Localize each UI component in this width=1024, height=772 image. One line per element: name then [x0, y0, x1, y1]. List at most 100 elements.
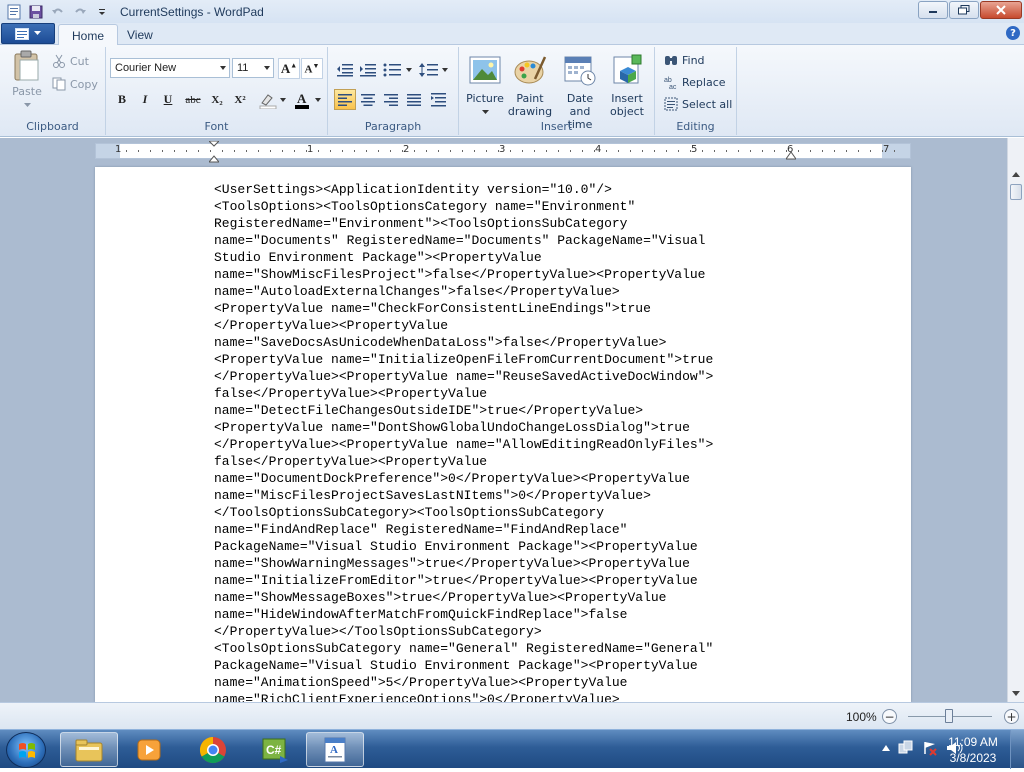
windows-logo-icon [19, 743, 35, 758]
taskbar-explorer[interactable] [60, 732, 118, 767]
show-hidden-icons-icon[interactable] [882, 745, 890, 751]
ruler-tick [462, 150, 463, 152]
zoom-slider-thumb[interactable] [945, 709, 953, 723]
align-left-button[interactable] [334, 89, 356, 110]
ruler-tick [294, 150, 295, 152]
zoom-out-button[interactable]: − [882, 709, 897, 724]
maximize-button[interactable] [949, 1, 979, 19]
scroll-up-icon[interactable] [1008, 166, 1024, 183]
ruler-tick [438, 150, 439, 152]
decrease-indent-button[interactable] [334, 59, 356, 80]
media-player-icon [137, 739, 161, 760]
cut-button[interactable]: Cut [52, 54, 89, 68]
system-clock[interactable]: 11:09 AM 3/8/2023 [940, 734, 1006, 766]
ribbon: Paste Cut Copy Clipboard Courier New 11 [0, 45, 1024, 137]
find-label: Find [682, 53, 705, 67]
paint-drawing-button[interactable]: Paint drawing [507, 49, 553, 118]
scrollbar-thumb[interactable] [1010, 184, 1022, 200]
justify-button[interactable] [403, 89, 425, 110]
tab-view[interactable]: View [114, 24, 166, 45]
shrink-font-button[interactable]: A▼ [301, 58, 323, 79]
taskbar-media-player[interactable] [120, 732, 178, 767]
increase-indent-button[interactable] [357, 59, 379, 80]
ruler-tick [654, 150, 655, 152]
grow-font-button[interactable]: A▲ [278, 58, 300, 79]
binoculars-icon [665, 56, 677, 65]
document-line: name="MiscFilesProjectSavesLastNItems">0… [214, 488, 651, 503]
ruler-tick [594, 150, 595, 152]
replace-button[interactable]: ab ac Replace [664, 75, 726, 90]
superscript-button[interactable]: X² [229, 89, 251, 110]
subscript-button[interactable]: X₂ [206, 89, 228, 110]
help-icon[interactable]: ? [1006, 26, 1020, 40]
title-bar: CurrentSettings - WordPad [0, 0, 1024, 23]
taskbar-wordpad[interactable]: A [306, 732, 364, 767]
taskbar-chrome[interactable] [184, 732, 242, 767]
right-indent-marker-icon[interactable] [786, 150, 796, 160]
tab-home[interactable]: Home [58, 24, 119, 46]
select-all-button[interactable]: Select all [664, 97, 732, 111]
increase-indent-icon [360, 63, 376, 76]
network-icon[interactable] [898, 740, 914, 756]
replace-icon: abac [664, 77, 677, 89]
document-line: name="DocumentDockPreference">0</Propert… [214, 471, 690, 486]
close-button[interactable] [980, 1, 1022, 19]
italic-button[interactable]: I [134, 89, 156, 110]
explorer-icon [75, 739, 103, 761]
save-icon[interactable] [26, 3, 46, 21]
ruler-tick [726, 150, 727, 152]
underline-button[interactable]: U [157, 89, 179, 110]
picture-button[interactable]: Picture [465, 49, 505, 118]
paste-button[interactable]: Paste [8, 50, 46, 111]
document-text[interactable]: <UserSettings><ApplicationIdentity versi… [214, 181, 713, 702]
highlight-color-button[interactable] [256, 89, 290, 110]
ruler-tick [318, 150, 319, 152]
show-desktop-button[interactable] [1010, 730, 1024, 769]
application-menu-button[interactable] [1, 23, 55, 44]
document-line: </PropertyValue><PropertyValue [214, 318, 449, 333]
ruler-tick [798, 150, 799, 152]
taskbar-csharp-project[interactable]: C# [246, 732, 304, 767]
start-button[interactable] [6, 732, 46, 768]
indent-marker-icon[interactable] [209, 141, 219, 163]
find-button[interactable]: Find [664, 53, 705, 67]
paragraph-settings-icon [431, 92, 446, 106]
ruler-number: 1 [115, 144, 122, 155]
minimize-button[interactable] [918, 1, 948, 19]
vertical-scrollbar[interactable] [1007, 138, 1024, 702]
ruler[interactable]: 1 1 2 3 4 5 6 7 [95, 141, 911, 163]
highlighter-icon [259, 93, 286, 109]
bullet-list-button[interactable] [382, 59, 414, 80]
paint-label-line2: drawing [507, 105, 553, 118]
scroll-down-icon[interactable] [1008, 685, 1024, 702]
clipboard-group-label: Clipboard [26, 120, 79, 133]
zoom-in-button[interactable]: + [1004, 709, 1019, 724]
text-color-button[interactable]: A [292, 89, 324, 110]
redo-icon[interactable] [70, 3, 90, 21]
ruler-number: 5 [691, 144, 698, 155]
align-right-button[interactable] [380, 89, 402, 110]
shrink-font-icon: A▼ [304, 61, 320, 76]
document-page[interactable]: <UserSettings><ApplicationIdentity versi… [95, 167, 911, 702]
font-family-value: Courier New [115, 62, 177, 74]
customize-toolbar-chevron-icon[interactable] [92, 3, 112, 21]
line-spacing-button[interactable] [418, 59, 450, 80]
font-family-select[interactable]: Courier New [110, 58, 230, 78]
ruler-tick [186, 150, 187, 152]
paragraph-settings-button[interactable] [428, 89, 450, 110]
clock-date: 3/8/2023 [949, 751, 997, 765]
align-center-button[interactable] [357, 89, 379, 110]
undo-icon[interactable] [48, 3, 68, 21]
bold-button[interactable]: B [111, 89, 133, 110]
paint-palette-icon [514, 56, 547, 84]
action-center-icon[interactable] [922, 740, 938, 756]
font-size-select[interactable]: 11 [232, 58, 274, 78]
align-center-icon [361, 93, 375, 106]
svg-text:A: A [297, 91, 307, 106]
grow-font-icon: A▲ [280, 60, 298, 76]
date-time-button[interactable]: Date and time [555, 49, 605, 131]
wordpad-app-icon[interactable] [4, 3, 24, 21]
strikethrough-button[interactable]: abc [182, 89, 204, 110]
insert-object-button[interactable]: Insert object [607, 49, 647, 118]
copy-button[interactable]: Copy [52, 77, 98, 91]
